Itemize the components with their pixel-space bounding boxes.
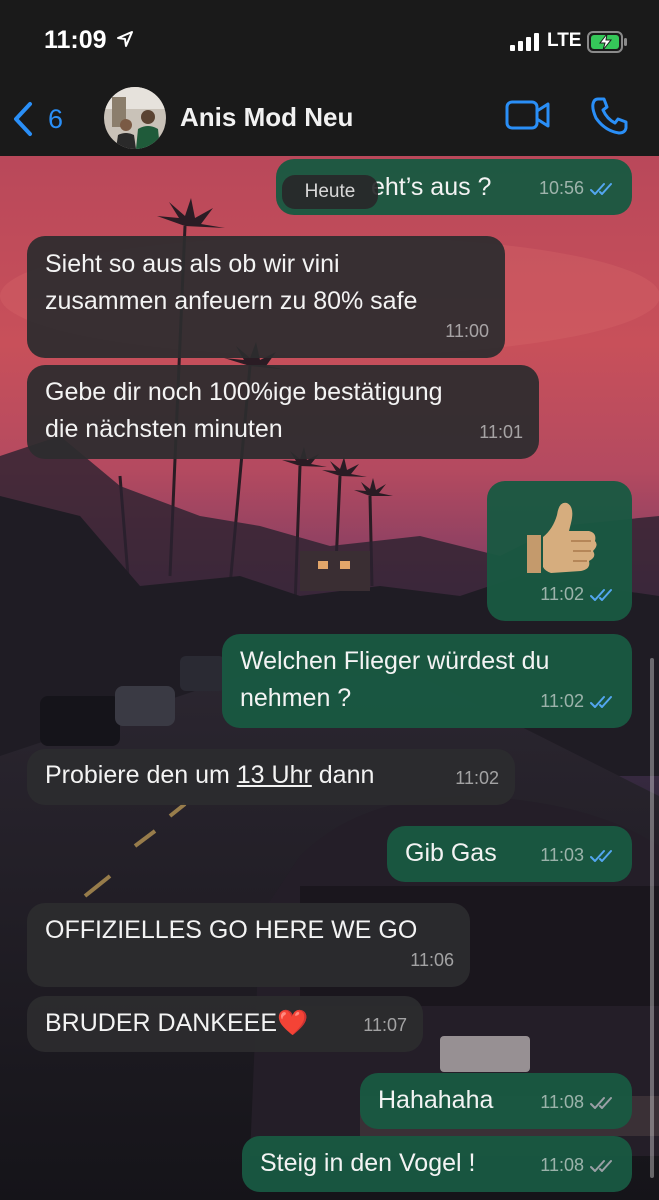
message-time: 11:01 [479,422,523,442]
message-text: Steig in den Vogel ! [260,1149,476,1177]
message-bubble-incoming[interactable]: BRUDER DANKEEE❤️ 11:07 [27,996,423,1052]
time-link[interactable]: 13 Uhr [237,761,312,789]
chat-thread[interactable]: eht’s aus ? 10:56 Heute Sieht so aus als… [0,156,659,1200]
cellular-signal-icon [510,33,540,56]
message-text-line-1: Sieht so aus als ob wir vini [45,250,340,278]
phone-icon [591,97,628,135]
message-time: 11:02 [540,584,584,604]
message-time: 10:56 [538,178,584,198]
message-time: 11:02 [540,691,584,711]
message-text: OFFIZIELLES GO HERE WE GO [45,916,418,944]
message-bubble-outgoing[interactable]: Gib Gas 11:03 [387,826,632,882]
message-text-line-2: zusammen anfeuern zu 80% safe [45,287,418,315]
thumbs-up-emoji-icon [527,502,597,573]
message-text-before: Probiere den um [45,761,237,789]
message-meta: 11:08 [540,1147,616,1184]
message-bubble-outgoing[interactable]: Welchen Flieger würdest du nehmen ? 11:0… [222,634,632,728]
message-meta: 11:03 [540,837,616,874]
message-time: 11:07 [363,1015,407,1035]
message-bubble-incoming[interactable]: Probiere den um 13 Uhr dann 11:02 [27,749,515,805]
date-separator: Heute [282,175,378,209]
chat-header: 6 Anis Mod Neu [0,84,659,156]
message-text-after: dann [311,761,375,789]
read-receipt-icon [590,182,612,195]
message-bubble-incoming[interactable]: Sieht so aus als ob wir vini zusammen an… [27,236,505,358]
message-meta: 11:02 [540,576,616,613]
back-button[interactable]: 6 [12,99,63,139]
message-time: 11:02 [455,768,499,788]
status-bar: 11:09 LTE [0,0,659,84]
avatar[interactable] [104,87,166,149]
status-time: 11:09 [44,26,107,54]
read-receipt-icon [590,849,612,862]
voice-call-button[interactable] [590,96,628,141]
message-text-line-2: nehmen ? [240,684,352,712]
message-text: Gib Gas [405,839,497,867]
message-text: BRUDER DANKEEE❤️ [45,1005,308,1042]
message-text-body: BRUDER DANKEEE [45,1009,277,1037]
message-bubble-outgoing[interactable]: 11:02 [487,481,632,621]
message-time: 11:00 [445,321,489,341]
red-heart-emoji-icon: ❤️ [277,1009,309,1037]
message-meta: 11:02 [540,683,616,720]
message-text-line-2: die nächsten minuten [45,415,283,443]
message-time: 11:06 [410,950,454,970]
chevron-left-icon [14,102,32,136]
message-time: 11:08 [540,1092,584,1112]
location-arrow-icon [116,30,134,53]
message-time: 11:08 [540,1155,584,1175]
message-meta: 10:56 [539,170,616,207]
message-bubble-incoming[interactable]: OFFIZIELLES GO HERE WE GO 11:06 [27,903,470,987]
message-bubble-outgoing[interactable]: Hahahaha 11:08 [360,1073,632,1129]
message-bubble-incoming[interactable]: Gebe dir noch 100%ige bestätigung die nä… [27,365,539,459]
message-text-line-1: Welchen Flieger würdest du [240,647,550,675]
unread-count: 6 [48,103,64,134]
video-camera-icon [505,100,550,130]
delivered-receipt-icon [590,1096,612,1109]
contact-name[interactable]: Anis Mod Neu [180,102,353,133]
video-call-button[interactable] [505,98,551,137]
message-text-line-1: Gebe dir noch 100%ige bestätigung [45,378,443,406]
read-receipt-icon [590,695,612,708]
scroll-indicator[interactable] [650,658,654,1178]
message-bubble-outgoing[interactable]: Steig in den Vogel ! 11:08 [242,1136,632,1192]
battery-charging-icon [587,31,629,58]
message-text: eht’s aus ? [371,173,492,201]
message-meta: 11:08 [540,1084,616,1121]
read-receipt-icon [590,588,612,601]
message-time: 11:03 [540,845,584,865]
network-type: LTE [547,30,582,51]
message-text: Hahahaha [378,1086,494,1114]
message-text: Probiere den um 13 Uhr dann [45,757,374,794]
delivered-receipt-icon [590,1159,612,1172]
